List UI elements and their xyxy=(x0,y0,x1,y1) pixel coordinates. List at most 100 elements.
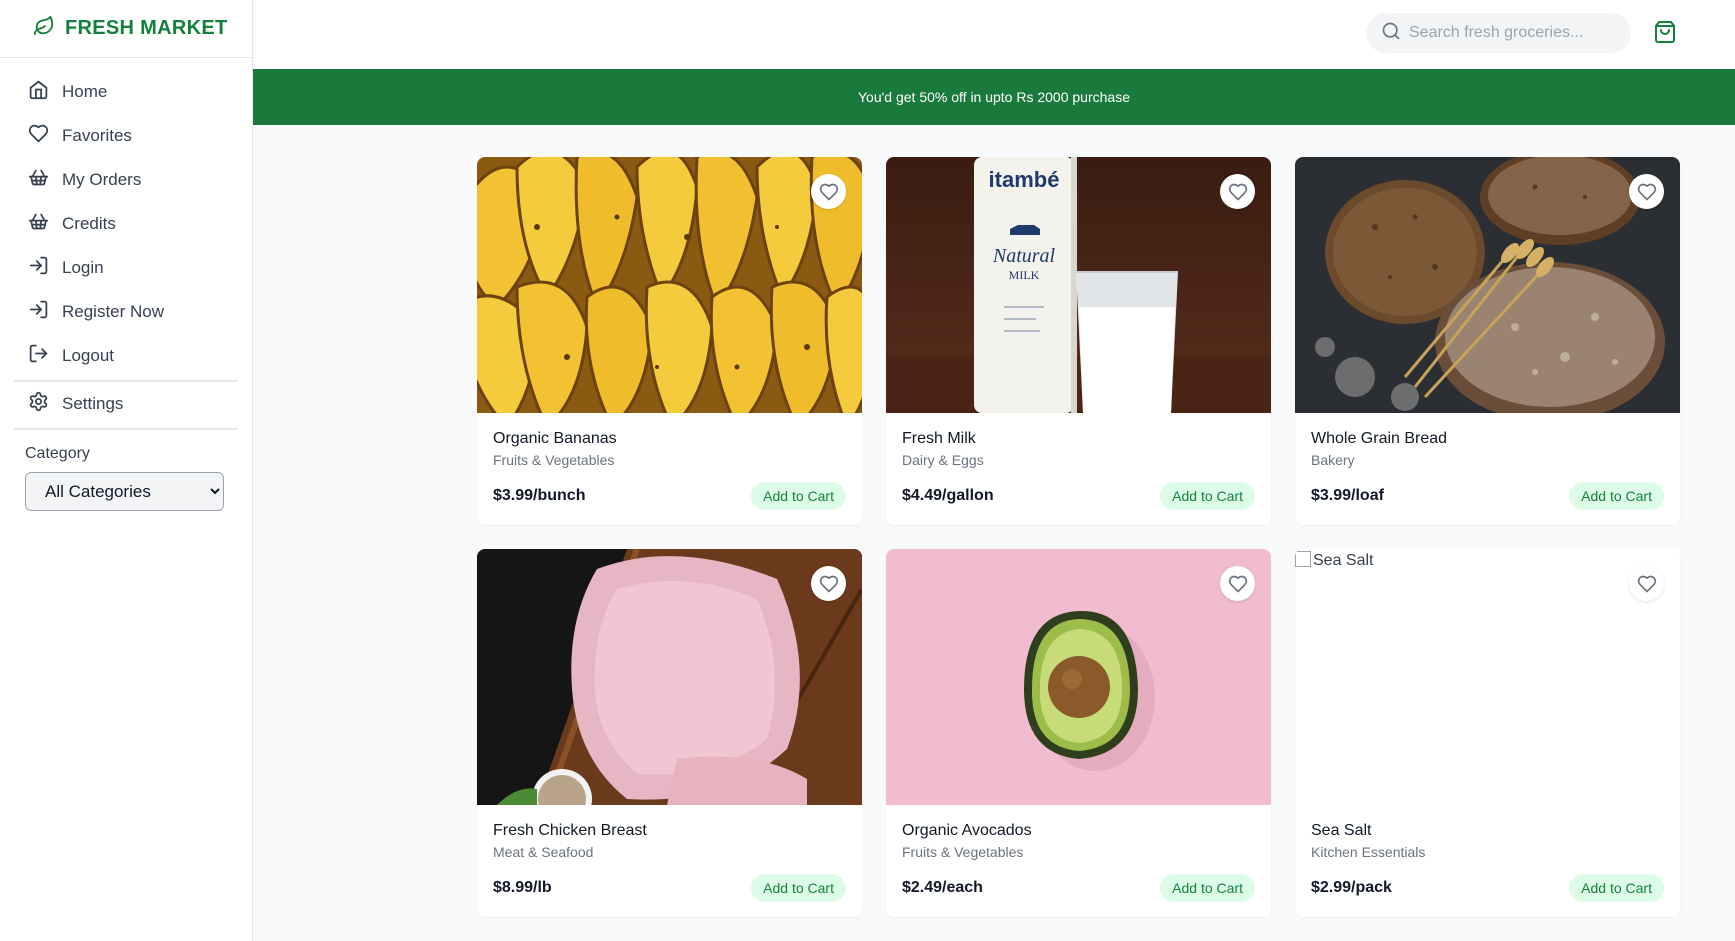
product-price: $3.99/loaf xyxy=(1311,487,1384,504)
login-icon xyxy=(28,255,49,281)
search-bar[interactable] xyxy=(1366,13,1631,53)
product-footer: $2.49/each Add to Cart xyxy=(902,874,1255,902)
sidebar-item-label: Logout xyxy=(62,346,114,365)
sidebar: FRESH MARKET Home Favorites My Orders Cr… xyxy=(0,0,253,941)
heart-icon xyxy=(1637,182,1657,202)
product-image[interactable]: Sea Salt xyxy=(1295,549,1680,805)
product-card[interactable]: itambé Natural MILK Fresh Milk Dairy & E… xyxy=(886,157,1271,525)
product-info: Whole Grain Bread Bakery $3.99/loaf Add … xyxy=(1295,413,1680,510)
sidebar-item-label: Settings xyxy=(62,394,124,413)
leaf-icon xyxy=(33,15,55,42)
add-to-cart-button[interactable]: Add to Cart xyxy=(1160,482,1255,510)
product-image[interactable] xyxy=(1295,157,1680,413)
sidebar-item-label: Register Now xyxy=(62,302,165,321)
heart-icon xyxy=(819,182,839,202)
product-card[interactable]: Sea Salt Sea Salt Kitchen Essentials $2.… xyxy=(1295,549,1680,917)
add-to-cart-button[interactable]: Add to Cart xyxy=(1569,482,1664,510)
favorite-button[interactable] xyxy=(811,566,846,601)
avocado-image xyxy=(886,549,1271,805)
favorite-button[interactable] xyxy=(1629,566,1664,601)
heart-icon xyxy=(819,574,839,594)
sidebar-item-favorites[interactable]: Favorites xyxy=(0,114,252,158)
product-image[interactable] xyxy=(477,549,862,805)
add-to-cart-button[interactable]: Add to Cart xyxy=(751,874,846,902)
product-card[interactable]: Fresh Chicken Breast Meat & Seafood $8.9… xyxy=(477,549,862,917)
favorite-button[interactable] xyxy=(1220,174,1255,209)
product-grid: Organic Bananas Fruits & Vegetables $3.9… xyxy=(477,157,1680,917)
logout-icon xyxy=(28,343,49,369)
product-price: $3.99/bunch xyxy=(493,487,586,504)
sidebar-item-label: Credits xyxy=(62,214,116,233)
category-filter: Category All Categories xyxy=(0,430,252,511)
milk-line2-text: MILK xyxy=(1009,268,1040,282)
product-name: Organic Bananas xyxy=(493,430,617,447)
product-price: $2.49/each xyxy=(902,879,983,896)
favorite-button[interactable] xyxy=(1629,174,1664,209)
product-name: Whole Grain Bread xyxy=(1311,430,1448,447)
search-input[interactable] xyxy=(1409,24,1609,42)
sidebar-item-label: My Orders xyxy=(62,170,142,189)
promo-banner: You'd get 50% off in upto Rs 2000 purcha… xyxy=(253,69,1735,125)
product-image[interactable] xyxy=(477,157,862,413)
sidebar-item-home[interactable]: Home xyxy=(0,70,252,114)
product-name: Organic Avocados xyxy=(902,822,1032,839)
sidebar-item-label: Favorites xyxy=(62,126,132,145)
product-card[interactable]: Whole Grain Bread Bakery $3.99/loaf Add … xyxy=(1295,157,1680,525)
sidebar-nav: Home Favorites My Orders Credits Login R… xyxy=(0,58,252,430)
promo-text: You'd get 50% off in upto Rs 2000 purcha… xyxy=(858,89,1130,105)
sidebar-item-login[interactable]: Login xyxy=(0,246,252,290)
top-header xyxy=(253,0,1735,69)
product-info: Organic Bananas Fruits & Vegetables $3.9… xyxy=(477,413,862,510)
sidebar-item-settings[interactable]: Settings xyxy=(0,382,252,426)
basket-icon xyxy=(28,167,49,193)
milk-brand-text: itambé xyxy=(989,167,1060,192)
sidebar-item-register[interactable]: Register Now xyxy=(0,290,252,334)
product-footer: $3.99/loaf Add to Cart xyxy=(1311,482,1664,510)
milk-image: itambé Natural MILK xyxy=(886,157,1271,413)
favorite-button[interactable] xyxy=(811,174,846,209)
brand-name: FRESH MARKET xyxy=(65,17,228,39)
product-price: $4.49/gallon xyxy=(902,487,994,504)
sidebar-item-credits[interactable]: Credits xyxy=(0,202,252,246)
login-icon xyxy=(28,299,49,325)
product-category: Bakery xyxy=(1311,452,1355,468)
sidebar-item-label: Home xyxy=(62,82,108,101)
add-to-cart-button[interactable]: Add to Cart xyxy=(751,482,846,510)
product-image[interactable] xyxy=(886,549,1271,805)
product-price: $2.99/pack xyxy=(1311,879,1392,896)
gear-icon xyxy=(28,391,49,417)
add-to-cart-button[interactable]: Add to Cart xyxy=(1569,874,1664,902)
product-card[interactable]: Organic Avocados Fruits & Vegetables $2.… xyxy=(886,549,1271,917)
milk-line1-text: Natural xyxy=(992,245,1056,267)
product-info: Fresh Milk Dairy & Eggs $4.49/gallon Add… xyxy=(886,413,1271,510)
product-info: Organic Avocados Fruits & Vegetables $2.… xyxy=(886,805,1271,902)
product-category: Meat & Seafood xyxy=(493,844,594,860)
favorite-button[interactable] xyxy=(1220,566,1255,601)
brand[interactable]: FRESH MARKET xyxy=(0,0,252,58)
product-info: Sea Salt Kitchen Essentials $2.99/pack A… xyxy=(1295,805,1680,902)
category-select[interactable]: All Categories xyxy=(25,472,224,511)
product-info: Fresh Chicken Breast Meat & Seafood $8.9… xyxy=(477,805,862,902)
product-name: Fresh Chicken Breast xyxy=(493,822,647,839)
product-footer: $8.99/lb Add to Cart xyxy=(493,874,846,902)
product-footer: $2.99/pack Add to Cart xyxy=(1311,874,1664,902)
product-image[interactable]: itambé Natural MILK xyxy=(886,157,1271,413)
cart-button[interactable] xyxy=(1653,20,1677,44)
sidebar-item-label: Login xyxy=(62,258,104,277)
sidebar-item-my-orders[interactable]: My Orders xyxy=(0,158,252,202)
bananas-image xyxy=(477,157,862,413)
heart-icon xyxy=(28,123,49,149)
bread-image xyxy=(1295,157,1680,413)
product-category: Fruits & Vegetables xyxy=(902,844,1024,860)
sidebar-item-logout[interactable]: Logout xyxy=(0,334,252,378)
home-icon xyxy=(28,79,49,105)
search-icon xyxy=(1381,21,1401,46)
product-name: Fresh Milk xyxy=(902,430,976,447)
add-to-cart-button[interactable]: Add to Cart xyxy=(1160,874,1255,902)
product-price: $8.99/lb xyxy=(493,879,552,896)
basket-icon xyxy=(28,211,49,237)
product-category: Fruits & Vegetables xyxy=(493,452,615,468)
product-card[interactable]: Organic Bananas Fruits & Vegetables $3.9… xyxy=(477,157,862,525)
heart-icon xyxy=(1637,574,1657,594)
product-footer: $3.99/bunch Add to Cart xyxy=(493,482,846,510)
